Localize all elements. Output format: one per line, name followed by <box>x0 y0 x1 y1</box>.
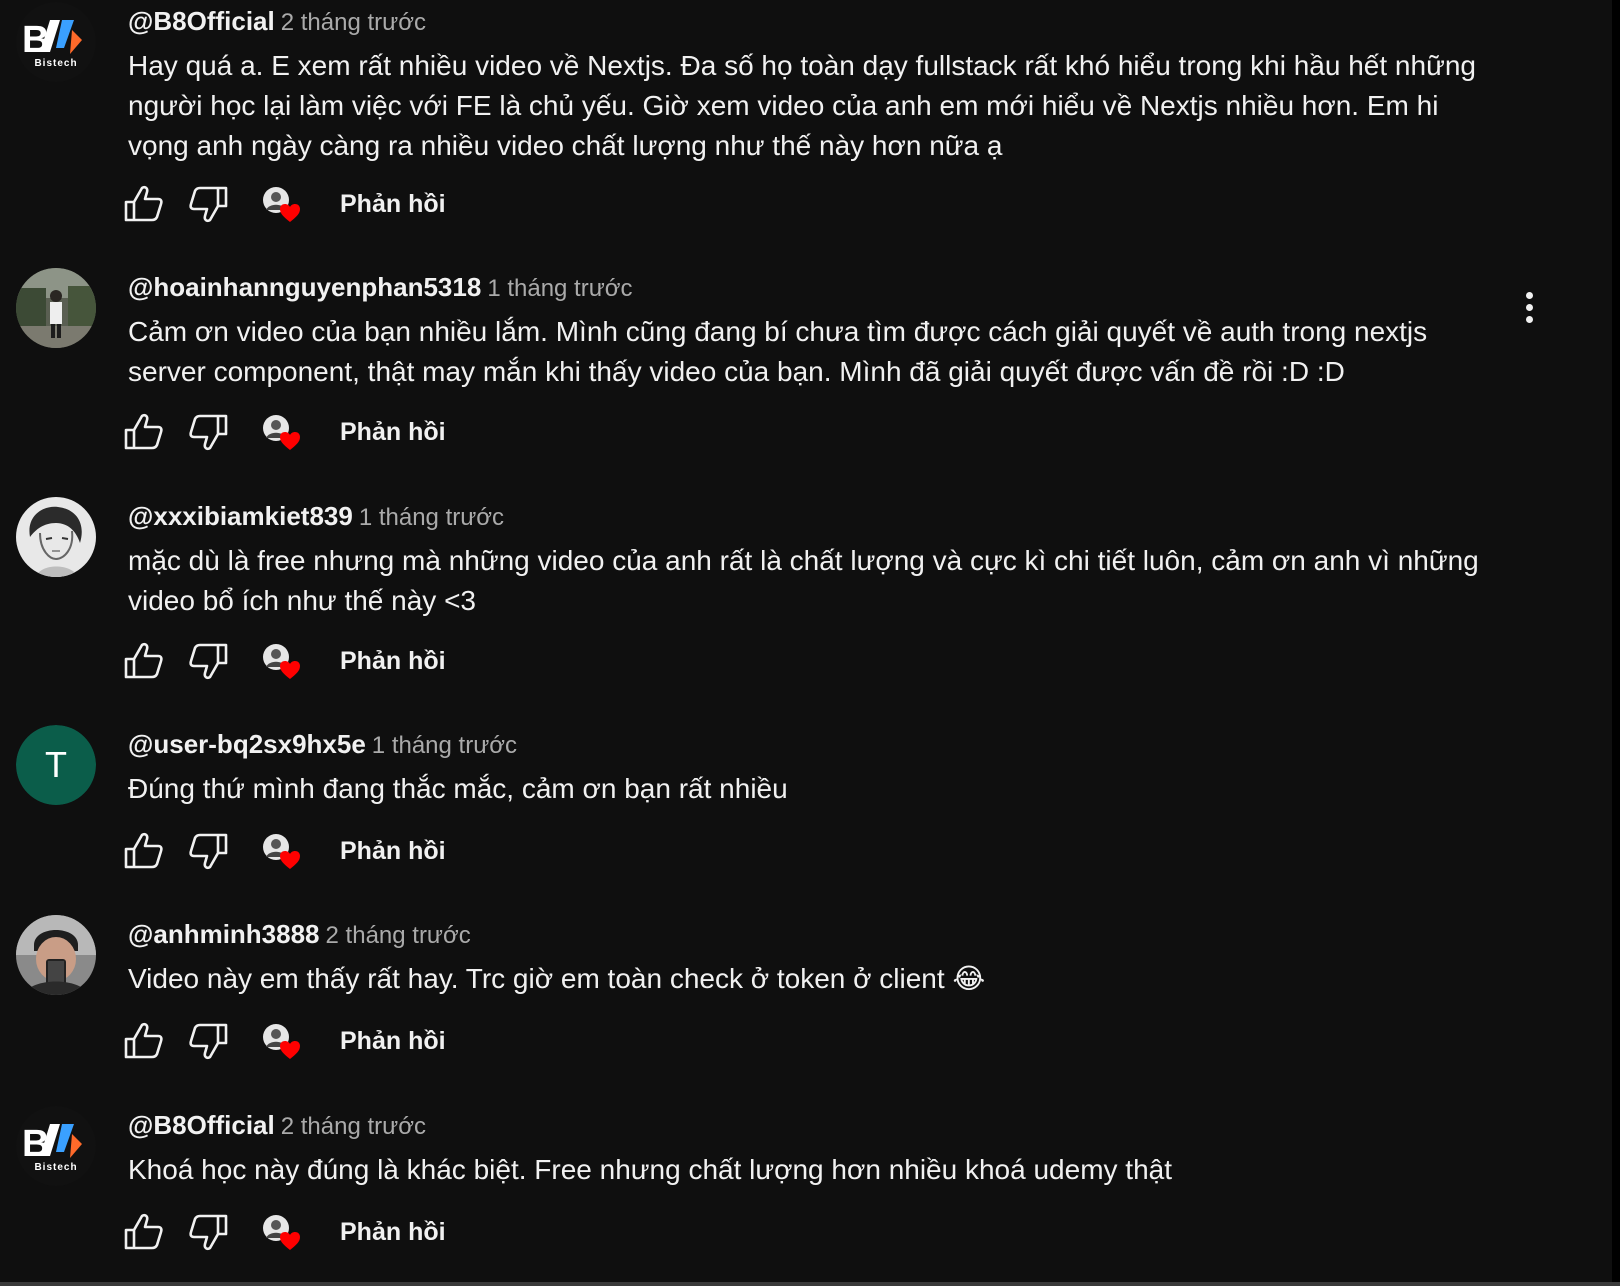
thumb-down-icon[interactable] <box>186 829 230 873</box>
comment-time[interactable]: 2 tháng trước <box>281 9 426 36</box>
reply-button[interactable]: Phản hồi <box>340 833 446 869</box>
comment-author[interactable]: @B8Official <box>128 6 275 36</box>
creator-heart-icon <box>263 187 300 222</box>
thumb-down-icon[interactable] <box>186 1210 230 1254</box>
comment-text: Hay quá a. E xem rất nhiều video về Next… <box>128 50 1476 161</box>
avatar[interactable]: T <box>16 725 96 805</box>
avatar-logo-text: Bistech <box>34 58 77 69</box>
comment-author[interactable]: @xxxibiamkiet839 <box>128 501 353 531</box>
comment-time[interactable]: 1 tháng trước <box>372 732 517 759</box>
avatar[interactable]: B Bistech <box>16 2 96 82</box>
comment-author[interactable]: @user-bq2sx9hx5e <box>128 729 366 759</box>
thumb-up-icon[interactable] <box>122 1019 166 1063</box>
creator-heart-icon <box>263 1215 300 1250</box>
comment-header: @hoainhannguyenphan5318 1 tháng trước <box>128 270 633 309</box>
comments-page: B Bistech @B8Official 2 tháng trước Hay q… <box>0 0 1620 1286</box>
comment-actions: Phản hồi <box>122 829 542 873</box>
comment-actions: Phản hồi <box>122 639 542 683</box>
comment-text: Đúng thứ mình đang thắc mắc, cảm ơn bạn … <box>128 773 788 804</box>
avatar-letter: T <box>45 744 67 785</box>
comment-actions: Phản hồi <box>122 1210 542 1254</box>
thumb-up-icon[interactable] <box>122 182 166 226</box>
avatar[interactable]: B Bistech <box>16 1106 96 1186</box>
comment-header: @B8Official 2 tháng trước <box>128 4 426 43</box>
comment-text: Cảm ơn video của bạn nhiều lắm. Mình cũn… <box>128 316 1428 387</box>
window-edge <box>1612 0 1620 1286</box>
more-options-icon[interactable] <box>1520 286 1540 330</box>
comment-header: @B8Official 2 tháng trước <box>128 1108 426 1147</box>
comment-text: mặc dù là free nhưng mà những video của … <box>128 545 1479 616</box>
comment-text: Video này em thấy rất hay. Trc giờ em to… <box>128 963 986 994</box>
reply-button[interactable]: Phản hồi <box>340 414 446 450</box>
comment-time[interactable]: 1 tháng trước <box>359 504 504 531</box>
creator-heart-icon <box>263 1024 300 1059</box>
comment-header: @anhminh3888 2 tháng trước <box>128 917 471 956</box>
thumb-down-icon[interactable] <box>186 182 230 226</box>
comment-author[interactable]: @anhminh3888 <box>128 919 320 949</box>
comment-time[interactable]: 2 tháng trước <box>281 1113 426 1140</box>
thumb-up-icon[interactable] <box>122 1210 166 1254</box>
thumb-up-icon[interactable] <box>122 639 166 683</box>
comment-time[interactable]: 2 tháng trước <box>326 922 471 949</box>
reply-button[interactable]: Phản hồi <box>340 1214 446 1250</box>
thumb-up-icon[interactable] <box>122 829 166 873</box>
comment-header: @xxxibiamkiet839 1 tháng trước <box>128 499 504 538</box>
thumb-up-icon[interactable] <box>122 410 166 454</box>
avatar[interactable] <box>16 497 96 577</box>
comment-actions: Phản hồi <box>122 410 542 454</box>
comment-actions: Phản hồi <box>122 1019 542 1063</box>
reply-button[interactable]: Phản hồi <box>340 1023 446 1059</box>
comment-header: @user-bq2sx9hx5e 1 tháng trước <box>128 727 517 766</box>
avatar[interactable] <box>16 268 96 348</box>
creator-heart-icon <box>263 834 300 869</box>
thumb-down-icon[interactable] <box>186 639 230 683</box>
reply-button[interactable]: Phản hồi <box>340 186 446 222</box>
thumb-down-icon[interactable] <box>186 410 230 454</box>
comment-actions: Phản hồi <box>122 182 542 226</box>
comment-author[interactable]: @hoainhannguyenphan5318 <box>128 272 481 302</box>
bottom-divider <box>0 1282 1620 1286</box>
creator-heart-icon <box>263 415 300 450</box>
avatar[interactable] <box>16 915 96 995</box>
comment-text: Khoá học này đúng là khác biệt. Free như… <box>128 1154 1172 1185</box>
creator-heart-icon <box>263 644 300 679</box>
avatar-logo-text: Bistech <box>34 1162 77 1173</box>
reply-button[interactable]: Phản hồi <box>340 643 446 679</box>
comment-time[interactable]: 1 tháng trước <box>487 275 632 302</box>
comment-author[interactable]: @B8Official <box>128 1110 275 1140</box>
thumb-down-icon[interactable] <box>186 1019 230 1063</box>
